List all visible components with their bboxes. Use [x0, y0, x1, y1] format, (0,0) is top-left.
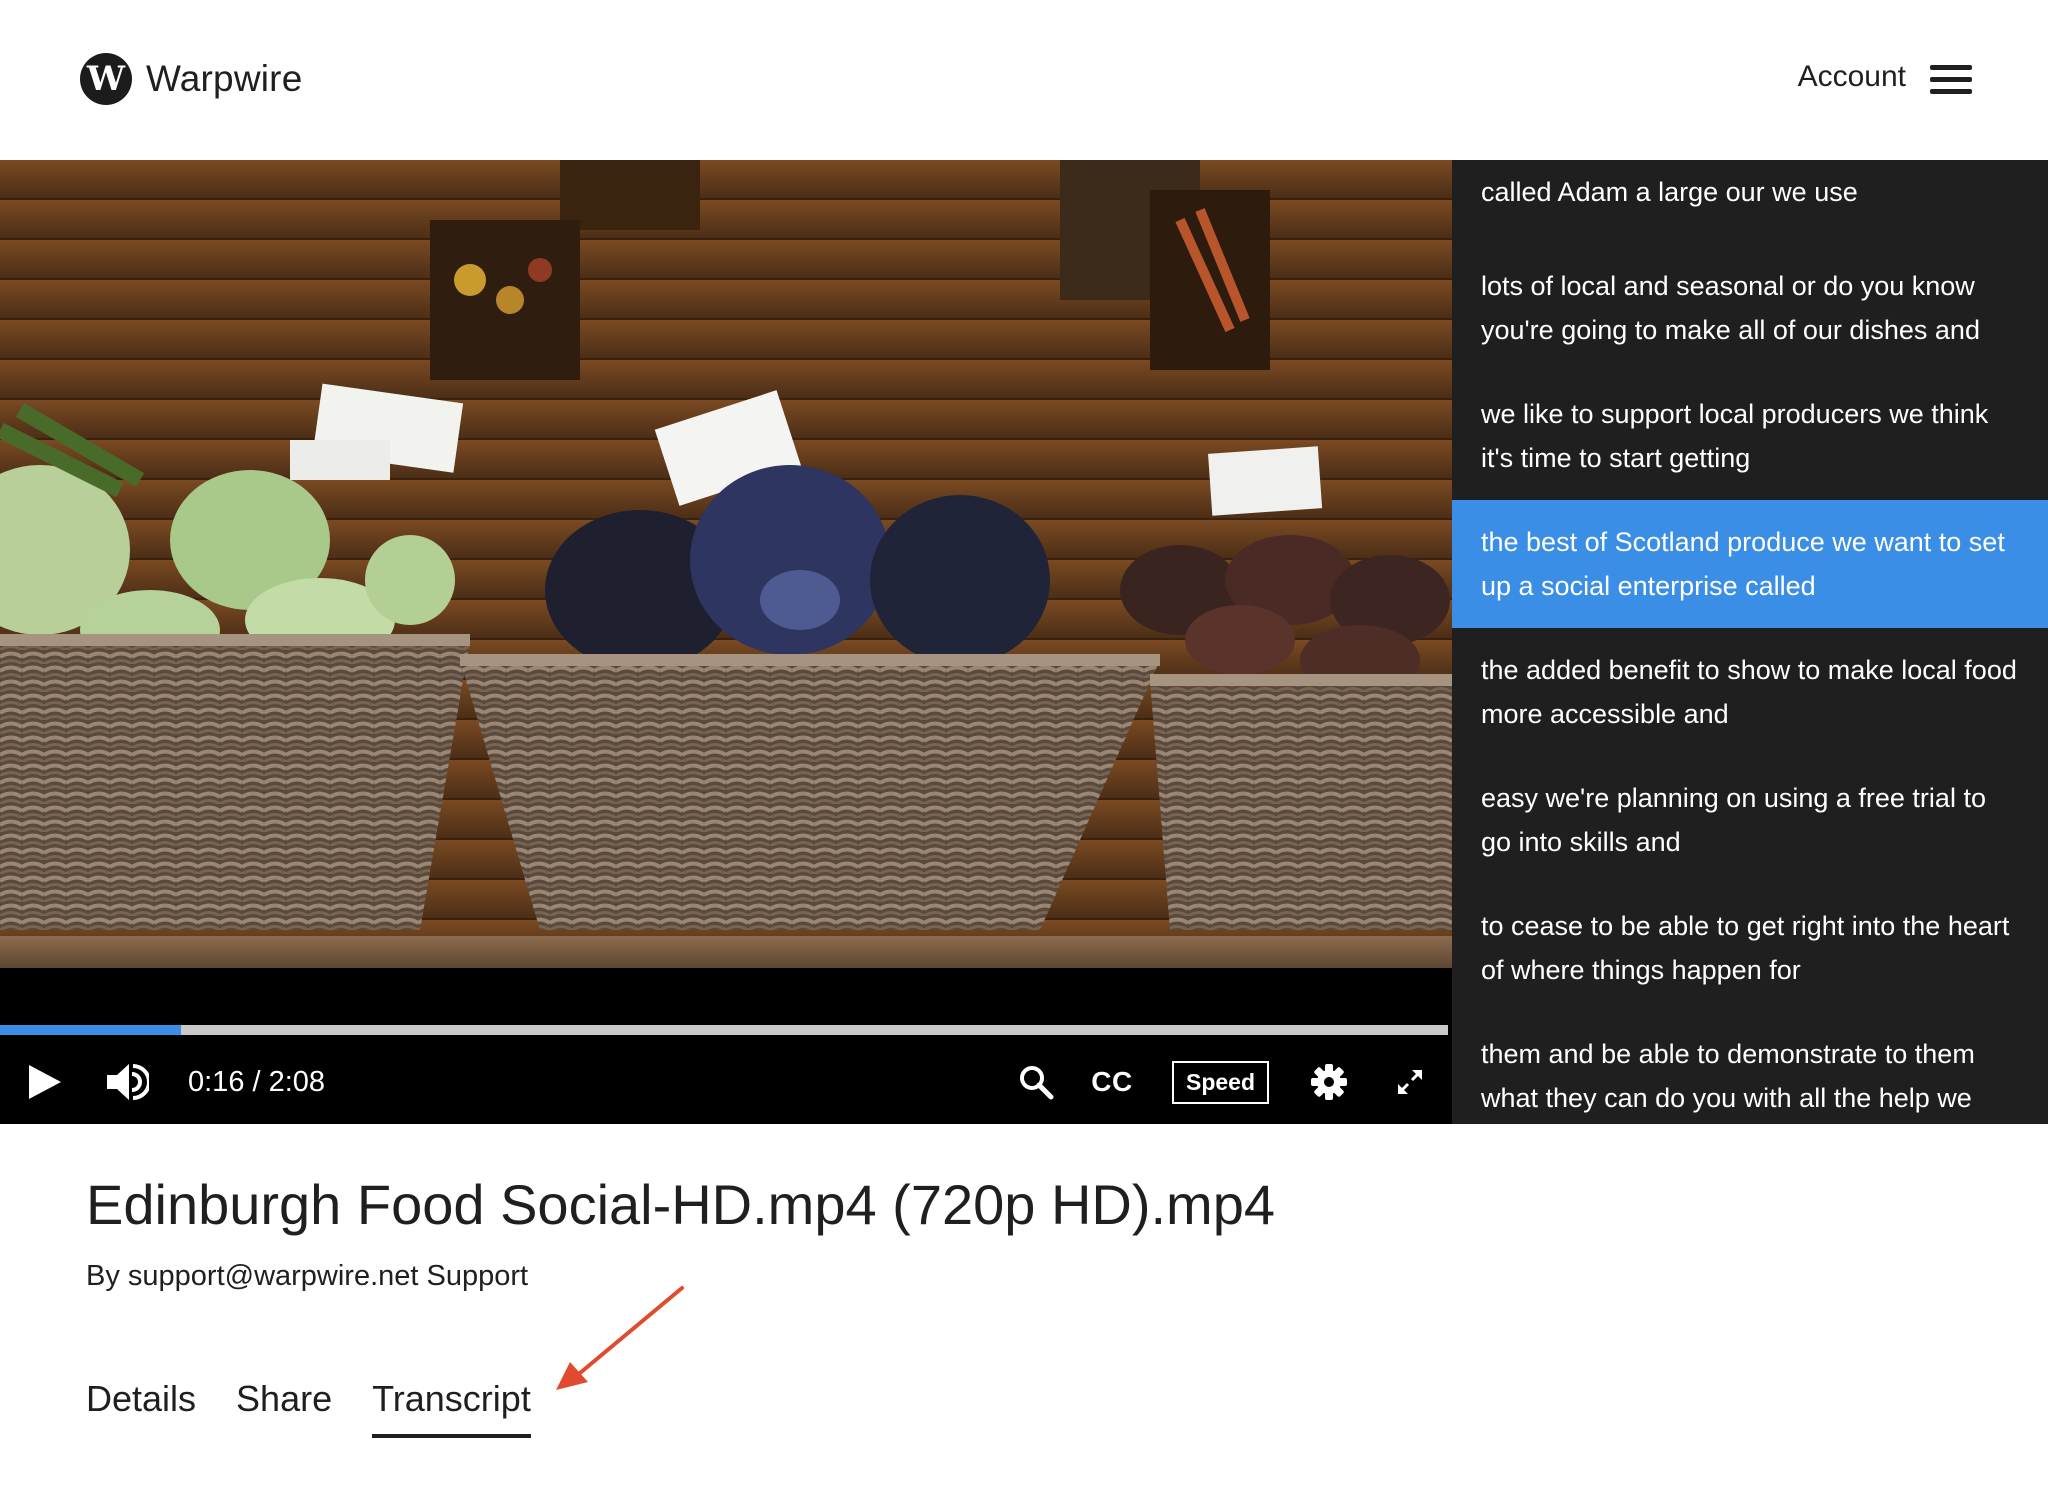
transcript-segment[interactable]: them and be able to demonstrate to them …: [1452, 1012, 2048, 1124]
warpwire-logo[interactable]: W Warpwire: [80, 53, 302, 105]
transcript-segment[interactable]: easy we're planning on using a free tria…: [1452, 756, 2048, 884]
settings-gear-icon: [1311, 1064, 1347, 1100]
speed-button-wrapper: Speed: [1172, 1040, 1270, 1124]
transcript-segment-text: we like to support local producers we th…: [1481, 399, 1989, 473]
volume-button[interactable]: [102, 1040, 152, 1124]
fullscreen-button[interactable]: [1394, 1040, 1426, 1124]
transcript-segment-text: easy we're planning on using a free tria…: [1481, 783, 1986, 857]
transcript-segment[interactable]: we like to support local producers we th…: [1452, 372, 2048, 500]
transcript-segment-text: them and be able to demonstrate to them …: [1481, 1039, 1975, 1113]
play-icon: [29, 1065, 61, 1099]
video-player[interactable]: 0:16 / 2:08 CC Speed: [0, 160, 1452, 1124]
brand-name: Warpwire: [146, 58, 303, 99]
speed-button[interactable]: Speed: [1172, 1060, 1270, 1104]
transcript-segment-text: lots of local and seasonal or do you kno…: [1481, 271, 1980, 345]
transcript-segment-active[interactable]: the best of Scotland produce we want to …: [1452, 500, 2048, 628]
fullscreen-icon: [1398, 1070, 1422, 1094]
progress-fill: [0, 1025, 181, 1035]
transcript-segment[interactable]: called Adam a large our we use: [1452, 160, 2048, 244]
tab-share[interactable]: Share: [236, 1378, 332, 1438]
transcript-segment-text: the best of Scotland produce we want to …: [1481, 527, 2005, 601]
time-display: 0:16 / 2:08: [188, 1065, 326, 1098]
video-still-image: [0, 160, 1452, 968]
tab-transcript[interactable]: Transcript: [372, 1378, 531, 1438]
transcript-segment-text: called Adam a large our we use: [1481, 177, 1858, 207]
account-link[interactable]: Account: [1798, 60, 1906, 94]
hamburger-menu-icon[interactable]: [1930, 65, 1972, 97]
transcript-segment[interactable]: to cease to be able to get right into th…: [1452, 884, 2048, 1012]
transcript-search-button[interactable]: [1016, 1040, 1056, 1124]
progress-bar[interactable]: [0, 1025, 1448, 1035]
site-header: W Warpwire Account: [0, 0, 2048, 160]
transcript-segment[interactable]: lots of local and seasonal or do you kno…: [1452, 244, 2048, 372]
play-button[interactable]: [22, 1040, 68, 1124]
tab-details[interactable]: Details: [86, 1378, 196, 1438]
warpwire-logo-icon: W: [80, 53, 132, 105]
transcript-segment-text: to cease to be able to get right into th…: [1481, 911, 2010, 985]
video-byline: By support@warpwire.net Support: [86, 1260, 529, 1292]
transcript-segment-text: the added benefit to show to make local …: [1481, 655, 2017, 729]
annotation-arrow-icon: [556, 1286, 684, 1390]
search-icon: [1020, 1066, 1054, 1100]
menu-bar-middle: [1930, 77, 1972, 82]
video-frame[interactable]: [0, 160, 1452, 968]
settings-button[interactable]: [1308, 1040, 1350, 1124]
volume-icon: [107, 1064, 149, 1100]
transcript-panel[interactable]: called Adam a large our we use lots of lo…: [1452, 160, 2048, 1124]
menu-bar-top: [1930, 65, 1972, 70]
captions-button[interactable]: CC: [1088, 1040, 1136, 1124]
transcript-segment[interactable]: the added benefit to show to make local …: [1452, 628, 2048, 756]
video-tabs: Details Share Transcript: [86, 1378, 571, 1438]
menu-bar-bottom: [1930, 89, 1972, 94]
video-title: Edinburgh Food Social-HD.mp4 (720p HD).m…: [86, 1173, 1275, 1236]
